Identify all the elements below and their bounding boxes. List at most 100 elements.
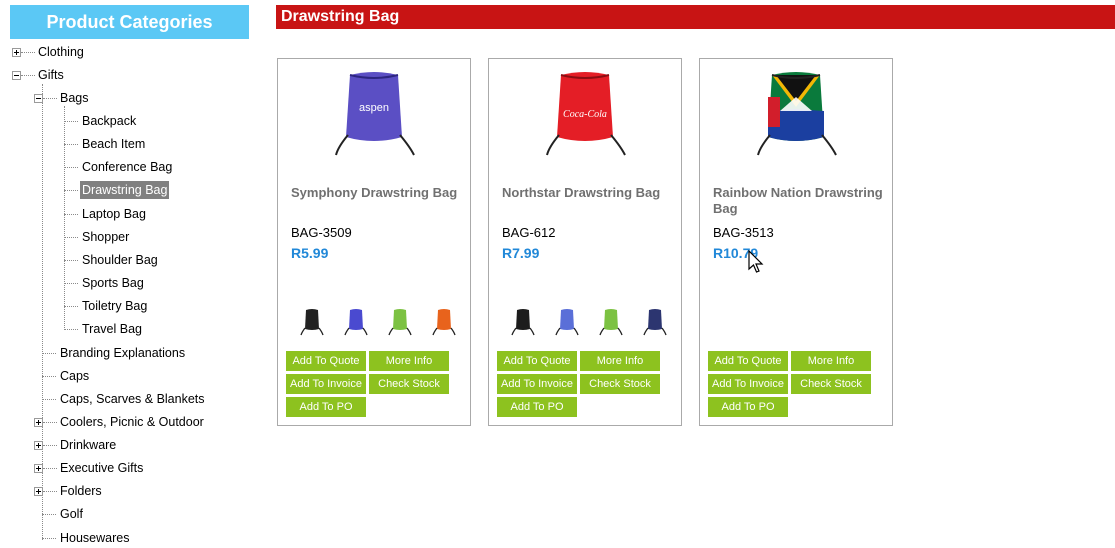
category-item-label: Gifts <box>38 68 64 82</box>
color-swatch-icon[interactable] <box>598 307 624 337</box>
more-info-button[interactable]: More Info <box>580 351 660 371</box>
color-swatch-icon[interactable] <box>431 307 457 337</box>
category-item[interactable]: Housewares <box>0 528 250 548</box>
category-item[interactable]: Sports Bag <box>0 273 250 293</box>
category-item[interactable]: Beach Item <box>0 134 250 154</box>
category-item-label: Drawstring Bag <box>80 181 170 199</box>
category-item-label: Bags <box>60 91 89 105</box>
product-image[interactable] <box>750 67 842 167</box>
color-swatch-icon[interactable] <box>299 307 325 337</box>
tree-branch-line <box>43 445 57 446</box>
color-swatches <box>713 307 888 339</box>
category-item[interactable]: Drinkware <box>0 435 250 455</box>
tree-branch-line <box>42 376 56 377</box>
expand-plus-icon[interactable] <box>12 48 21 57</box>
category-item[interactable]: Shopper <box>0 227 250 247</box>
category-sidebar: Product Categories Clothing Gifts Bags Back… <box>0 0 260 548</box>
category-item[interactable]: Toiletry Bag <box>0 296 250 316</box>
tree-branch-line <box>42 399 56 400</box>
expand-plus-icon[interactable] <box>34 418 43 427</box>
tree-branch-line <box>64 144 78 145</box>
category-item-label: Backpack <box>82 114 137 128</box>
color-swatches <box>502 307 677 339</box>
product-image-text: Coca-Cola <box>563 109 607 120</box>
category-item-label: Travel Bag <box>82 322 142 336</box>
check-stock-button[interactable]: Check Stock <box>580 374 660 394</box>
category-item[interactable]: Clothing <box>0 42 250 62</box>
expand-plus-icon[interactable] <box>34 441 43 450</box>
tree-branch-line <box>43 491 57 492</box>
mouse-cursor-icon <box>748 250 764 273</box>
category-item[interactable]: Conference Bag <box>0 157 250 177</box>
product-name[interactable]: Symphony Drawstring Bag <box>291 185 466 201</box>
add-to-quote-button[interactable]: Add To Quote <box>497 351 577 371</box>
category-item-label: Golf <box>60 507 83 521</box>
collapse-minus-icon[interactable] <box>12 71 21 80</box>
color-swatch-icon[interactable] <box>554 307 580 337</box>
product-price: R5.99 <box>291 245 329 261</box>
color-swatch-icon[interactable] <box>343 307 369 337</box>
categories-header: Product Categories <box>10 5 249 39</box>
category-item[interactable]: Shoulder Bag <box>0 250 250 270</box>
category-item-label: Shoulder Bag <box>82 253 158 267</box>
tree-branch-line <box>43 422 57 423</box>
add-to-invoice-button[interactable]: Add To Invoice <box>708 374 788 394</box>
category-item[interactable]: Travel Bag <box>0 319 250 339</box>
add-to-invoice-button[interactable]: Add To Invoice <box>497 374 577 394</box>
tree-branch-line <box>42 538 56 539</box>
category-item[interactable]: Caps, Scarves & Blankets <box>0 389 250 409</box>
tree-branch-line <box>42 514 56 515</box>
tree-branch-line <box>21 75 35 76</box>
add-to-po-button[interactable]: Add To PO <box>497 397 577 417</box>
category-item[interactable]: Backpack <box>0 111 250 131</box>
tree-branch-line <box>64 329 78 330</box>
category-item[interactable]: Caps <box>0 366 250 386</box>
expand-plus-icon[interactable] <box>34 464 43 473</box>
product-code: BAG-3513 <box>713 225 774 240</box>
page-title: Drawstring Bag <box>276 5 1115 29</box>
product-image[interactable]: aspen <box>328 67 420 167</box>
color-swatches <box>291 307 466 339</box>
check-stock-button[interactable]: Check Stock <box>791 374 871 394</box>
add-to-po-button[interactable]: Add To PO <box>286 397 366 417</box>
category-item[interactable]: Folders <box>0 481 250 501</box>
category-item-label: Caps, Scarves & Blankets <box>60 392 205 406</box>
add-to-po-button[interactable]: Add To PO <box>708 397 788 417</box>
category-item[interactable]: Golf <box>0 504 250 524</box>
tree-branch-line <box>43 468 57 469</box>
category-item[interactable]: Bags <box>0 88 250 108</box>
category-item[interactable]: Branding Explanations <box>0 343 250 363</box>
category-item-label: Housewares <box>60 531 130 545</box>
tree-branch-line <box>64 260 78 261</box>
product-name[interactable]: Rainbow Nation Drawstring Bag <box>713 185 888 217</box>
category-item-label: Toiletry Bag <box>82 299 148 313</box>
category-item[interactable]: Executive Gifts <box>0 458 250 478</box>
category-item[interactable]: Laptop Bag <box>0 204 250 224</box>
category-item[interactable]: Drawstring Bag <box>0 180 250 200</box>
tree-branch-line <box>64 306 78 307</box>
product-name[interactable]: Northstar Drawstring Bag <box>502 185 677 201</box>
more-info-button[interactable]: More Info <box>369 351 449 371</box>
add-to-invoice-button[interactable]: Add To Invoice <box>286 374 366 394</box>
color-swatch-icon[interactable] <box>642 307 668 337</box>
product-card: Rainbow Nation Drawstring Bag BAG-3513 R… <box>699 58 893 426</box>
category-item[interactable]: Gifts <box>0 65 250 85</box>
category-item-label: Folders <box>60 484 102 498</box>
tree-branch-line <box>64 167 78 168</box>
color-swatch-icon[interactable] <box>510 307 536 337</box>
color-swatch-icon[interactable] <box>387 307 413 337</box>
more-info-button[interactable]: More Info <box>791 351 871 371</box>
add-to-quote-button[interactable]: Add To Quote <box>286 351 366 371</box>
collapse-minus-icon[interactable] <box>34 94 43 103</box>
product-image[interactable]: Coca-Cola <box>539 67 631 167</box>
check-stock-button[interactable]: Check Stock <box>369 374 449 394</box>
category-item[interactable]: Coolers, Picnic & Outdoor <box>0 412 250 432</box>
expand-plus-icon[interactable] <box>34 487 43 496</box>
category-item-label: Shopper <box>82 230 130 244</box>
product-price: R7.99 <box>502 245 540 261</box>
tree-branch-line <box>64 214 78 215</box>
category-item-label: Sports Bag <box>82 276 144 290</box>
product-card: Coca-Cola Northstar Drawstring Bag BAG-6… <box>488 58 682 426</box>
add-to-quote-button[interactable]: Add To Quote <box>708 351 788 371</box>
category-item-label: Executive Gifts <box>60 461 144 475</box>
